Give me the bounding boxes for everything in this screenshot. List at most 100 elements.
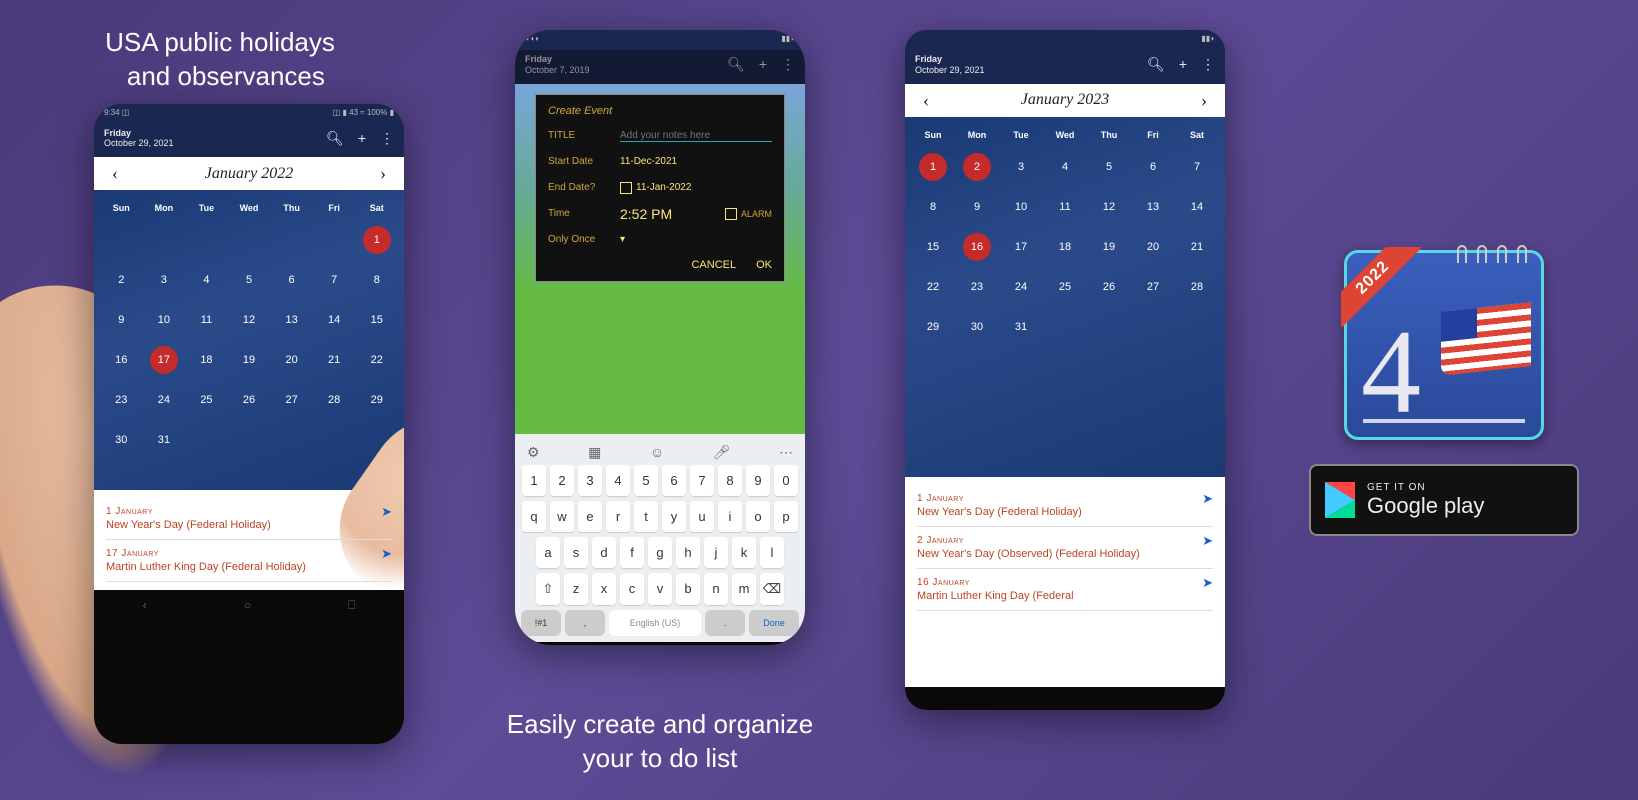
keyboard-key[interactable]: a (536, 537, 560, 568)
add-icon[interactable]: + (358, 130, 366, 147)
keyboard-key[interactable]: k (732, 537, 756, 568)
events-list[interactable]: 1 JanuaryNew Year's Day (Federal Holiday… (94, 490, 404, 590)
keyboard-key[interactable]: i (718, 501, 742, 532)
keyboard-key[interactable]: 5 (634, 465, 658, 496)
calendar-cell[interactable]: 7 (1175, 147, 1219, 187)
keyboard-key[interactable]: l (760, 537, 784, 568)
event-title-input[interactable] (620, 130, 772, 142)
calendar-cell[interactable] (1087, 307, 1131, 347)
calendar-cell[interactable]: 11 (185, 300, 228, 340)
calendar-cell[interactable]: 28 (313, 380, 356, 420)
calendar-cell[interactable]: 5 (1087, 147, 1131, 187)
recents-icon[interactable]: ⎕ (348, 598, 355, 613)
keyboard-key[interactable]: 0 (774, 465, 798, 496)
calendar-cell[interactable]: 27 (270, 380, 313, 420)
keyboard-key[interactable]: u (690, 501, 714, 532)
more-icon[interactable]: ⋮ (380, 130, 394, 147)
keyboard-key[interactable]: r (606, 501, 630, 532)
comma-key[interactable]: , (565, 610, 605, 636)
calendar-cell[interactable]: 27 (1131, 267, 1175, 307)
calendar-cell[interactable] (1131, 307, 1175, 347)
end-date-checkbox[interactable] (620, 182, 632, 194)
calendar-cell[interactable]: 16 (955, 227, 999, 267)
calendar-cell[interactable]: 10 (143, 300, 186, 340)
calendar-cell[interactable]: 1 (355, 220, 398, 260)
prev-month-icon[interactable]: ‹ (915, 90, 937, 111)
search-icon[interactable]: 🔍︎ (727, 56, 745, 73)
keyboard-key[interactable]: q (522, 501, 546, 532)
done-key[interactable]: Done (749, 610, 799, 636)
calendar-cell[interactable]: 4 (185, 260, 228, 300)
keyboard-key[interactable]: ⌫ (760, 573, 784, 605)
keyboard-key[interactable]: o (746, 501, 770, 532)
keyboard-key[interactable]: 6 (662, 465, 686, 496)
calendar-cell[interactable]: 24 (999, 267, 1043, 307)
calendar-cell[interactable]: 3 (143, 260, 186, 300)
calendar-cell[interactable]: 5 (228, 260, 271, 300)
kb-mic-icon[interactable]: 🎤︎ (713, 444, 731, 461)
calendar-cell[interactable]: 14 (313, 300, 356, 340)
calendar-cell[interactable]: 10 (999, 187, 1043, 227)
calendar-cell[interactable]: 9 (100, 300, 143, 340)
calendar-cell[interactable]: 29 (911, 307, 955, 347)
soft-keyboard[interactable]: ⚙ ▦ ☺ 🎤︎ ⋯ 1234567890qwertyuiopasdfghjkl… (515, 434, 805, 642)
back-icon[interactable]: ‹ (143, 598, 147, 612)
add-icon[interactable]: + (1179, 56, 1187, 73)
keyboard-key[interactable]: w (550, 501, 574, 532)
calendar-cell[interactable]: 24 (143, 380, 186, 420)
keyboard-key[interactable]: c (620, 573, 644, 605)
keyboard-key[interactable]: 4 (606, 465, 630, 496)
calendar-cell[interactable]: 12 (1087, 187, 1131, 227)
search-icon[interactable]: 🔍︎ (1147, 56, 1165, 73)
keyboard-key[interactable]: h (676, 537, 700, 568)
calendar-cell[interactable]: 20 (1131, 227, 1175, 267)
recurrence-dropdown[interactable]: ▾ (620, 234, 772, 245)
keyboard-key[interactable]: e (578, 501, 602, 532)
calendar-cell[interactable] (143, 220, 186, 260)
event-item[interactable]: 17 JanuaryMartin Luther King Day (Federa… (106, 540, 392, 582)
calendar-cell[interactable]: 8 (911, 187, 955, 227)
keyboard-key[interactable]: 9 (746, 465, 770, 496)
calendar-cell[interactable] (228, 420, 271, 460)
period-key[interactable]: . (705, 610, 745, 636)
start-date-value[interactable]: 11-Dec-2021 (620, 156, 772, 167)
space-key[interactable]: English (US) (609, 610, 701, 636)
ok-button[interactable]: OK (756, 259, 772, 271)
calendar-cell[interactable]: 7 (313, 260, 356, 300)
events-list[interactable]: 1 JanuaryNew Year's Day (Federal Holiday… (905, 477, 1225, 687)
calendar-cell[interactable]: 25 (1043, 267, 1087, 307)
calendar-cell[interactable]: 18 (185, 340, 228, 380)
calendar-cell[interactable]: 12 (228, 300, 271, 340)
keyboard-key[interactable]: 2 (550, 465, 574, 496)
calendar-cell[interactable]: 14 (1175, 187, 1219, 227)
event-item[interactable]: 2 JanuaryNew Year's Day (Observed) (Fede… (917, 527, 1213, 569)
calendar-cell[interactable]: 26 (1087, 267, 1131, 307)
calendar-cell[interactable] (185, 220, 228, 260)
keyboard-key[interactable]: z (564, 573, 588, 605)
keyboard-key[interactable]: n (704, 573, 728, 605)
calendar-cell[interactable]: 19 (228, 340, 271, 380)
calendar-cell[interactable]: 28 (1175, 267, 1219, 307)
kb-clipboard-icon[interactable]: ▦ (588, 444, 601, 461)
keyboard-key[interactable]: p (774, 501, 798, 532)
calendar-cell[interactable] (185, 420, 228, 460)
keyboard-key[interactable]: t (634, 501, 658, 532)
next-month-icon[interactable]: › (1193, 90, 1215, 111)
event-item[interactable]: 1 JanuaryNew Year's Day (Federal Holiday… (917, 485, 1213, 527)
calendar-cell[interactable]: 16 (100, 340, 143, 380)
keyboard-key[interactable]: b (676, 573, 700, 605)
event-item[interactable]: 1 JanuaryNew Year's Day (Federal Holiday… (106, 498, 392, 540)
keyboard-key[interactable]: y (662, 501, 686, 532)
calendar-cell[interactable]: 6 (1131, 147, 1175, 187)
end-date-value[interactable]: 11-Jan-2022 (636, 182, 772, 193)
calendar-cell[interactable] (228, 220, 271, 260)
calendar-cell[interactable]: 1 (911, 147, 955, 187)
keyboard-key[interactable]: g (648, 537, 672, 568)
calendar-cell[interactable]: 25 (185, 380, 228, 420)
add-icon[interactable]: + (759, 56, 767, 73)
calendar-cell[interactable]: 31 (999, 307, 1043, 347)
time-value[interactable]: 2:52 PM (620, 206, 725, 222)
event-item[interactable]: 16 JanuaryMartin Luther King Day (Federa… (917, 569, 1213, 611)
next-month-icon[interactable]: › (372, 163, 394, 184)
kb-emoji-icon[interactable]: ☺ (650, 444, 664, 461)
